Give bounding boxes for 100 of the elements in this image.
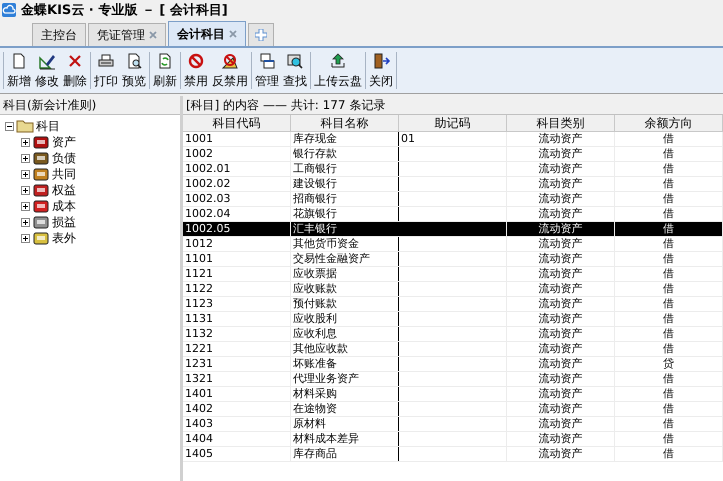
table-cell: 流动资产 [538, 177, 582, 190]
table-cell: 库存商品 [293, 447, 337, 460]
table-cell: 流动资产 [538, 327, 582, 340]
expander[interactable] [5, 122, 14, 130]
table-row[interactable]: 1221 其他应收款 流动资产 借 [183, 342, 722, 356]
table-cell: 1405 [185, 447, 213, 460]
table-cell: 借 [663, 162, 674, 175]
table-row[interactable]: 1123 预付账款 流动资产 借 [183, 296, 722, 312]
tree-item[interactable]: 成本 [5, 198, 180, 214]
toolbar-button[interactable]: 关闭 [367, 48, 395, 93]
table-cell: 流动资产 [538, 252, 582, 265]
column-header[interactable]: 助记码 [398, 115, 506, 132]
table-cell: 花旗银行 [293, 207, 337, 220]
tree-item[interactable]: 资产 [5, 134, 180, 150]
table-row[interactable]: 1231 坏账准备 流动资产 贷 [183, 356, 722, 372]
table-row[interactable]: 1002.05 汇丰银行 流动资产 借 [183, 222, 722, 236]
table-row[interactable]: 1001 库存现金 01 流动资产 借 [183, 132, 722, 146]
table-cell: 流动资产 [538, 192, 582, 205]
expander[interactable] [21, 186, 30, 194]
table-row[interactable]: 1403 原材料 流动资产 借 [183, 416, 722, 432]
table-row[interactable]: 1401 材料采购 流动资产 借 [183, 386, 722, 402]
table-cell: 流动资产 [538, 402, 582, 415]
tab[interactable]: 主控台 [32, 23, 86, 46]
table-cell: 1002.03 [185, 192, 230, 205]
table-cell: 流动资产 [538, 222, 582, 235]
table-row[interactable]: 1002.03 招商银行 流动资产 借 [183, 192, 722, 206]
table-cell: 流动资产 [538, 342, 582, 355]
expander[interactable] [21, 218, 30, 226]
table-cell: 流动资产 [538, 447, 582, 460]
expander[interactable] [21, 138, 30, 146]
table-cell: 1002.02 [185, 177, 230, 190]
table-cell: 在途物资 [293, 402, 337, 415]
table-cell: 1012 [185, 237, 213, 250]
toolbar-button[interactable]: 预览 [120, 48, 148, 93]
table-cell: 应收利息 [293, 327, 337, 340]
table-row[interactable]: 1002.01 工商银行 流动资产 借 [183, 162, 722, 176]
tree-item[interactable]: 表外 [5, 230, 180, 246]
expander[interactable] [21, 154, 30, 162]
table-cell: 银行存款 [293, 147, 337, 160]
tab[interactable]: 凭证管理 [88, 23, 166, 46]
new-tab-button[interactable] [248, 23, 274, 46]
table-cell: 材料采购 [293, 387, 337, 400]
toolbar-button[interactable]: 刷新 [151, 48, 179, 93]
tree-item[interactable]: 负债 [5, 150, 180, 166]
expander[interactable] [21, 170, 30, 178]
table-cell: 借 [663, 252, 674, 265]
table-cell: 借 [663, 192, 674, 205]
table-row[interactable]: 1402 在途物资 流动资产 借 [183, 402, 722, 416]
column-header[interactable]: 科目类别 [506, 115, 614, 132]
table-row[interactable]: 1132 应收利息 流动资产 借 [183, 326, 722, 342]
toolbar-button[interactable]: 新增 [5, 48, 33, 93]
table-cell: 工商银行 [293, 162, 337, 175]
toolbar-button[interactable]: 管理 [253, 48, 281, 93]
table-row[interactable]: 1002.02 建设银行 流动资产 借 [183, 176, 722, 192]
table-cell: 借 [663, 297, 674, 310]
table-row[interactable]: 1101 交易性金融资产 流动资产 借 [183, 252, 722, 266]
table-cell: 1121 [185, 267, 213, 280]
table-cell: 应收股利 [293, 312, 337, 325]
toolbar-button[interactable]: 打印 [92, 48, 120, 93]
column-header[interactable]: 余额方向 [614, 115, 722, 132]
column-header[interactable]: 科目名称 [290, 115, 398, 132]
table-cell: 借 [663, 372, 674, 385]
tree-item[interactable]: 科目 [5, 118, 180, 134]
table-row[interactable]: 1012 其他货币资金 流动资产 借 [183, 236, 722, 252]
table-row[interactable]: 1122 应收账款 流动资产 借 [183, 282, 722, 296]
expander[interactable] [21, 202, 30, 210]
table-cell: 借 [663, 177, 674, 190]
cloud-logo-icon [2, 3, 16, 17]
tab[interactable]: 会计科目 [168, 21, 246, 46]
table-cell: 流动资产 [538, 312, 582, 325]
toolbar-button[interactable]: 查找 [281, 48, 309, 93]
toolbar-button[interactable]: 删除 [61, 48, 89, 93]
column-header[interactable]: 科目代码 [183, 115, 290, 132]
table-cell: 应收账款 [293, 282, 337, 295]
tree-item[interactable]: 权益 [5, 182, 180, 198]
table-row[interactable]: 1404 材料成本差异 流动资产 借 [183, 432, 722, 446]
table-cell: 流动资产 [538, 297, 582, 310]
panel-header: [科目] 的内容 —— 共计: 177 条记录 [183, 96, 723, 115]
table-row[interactable]: 1131 应收股利 流动资产 借 [183, 312, 722, 326]
table-cell: 流动资产 [538, 267, 582, 280]
tree-item[interactable]: 损益 [5, 214, 180, 230]
table-cell: 库存现金 [293, 132, 337, 145]
table-cell: 流动资产 [538, 357, 582, 370]
toolbar-button[interactable]: 禁用 [182, 48, 210, 93]
expander[interactable] [21, 234, 30, 242]
table-cell: 流动资产 [538, 372, 582, 385]
table-row[interactable]: 1121 应收票据 流动资产 借 [183, 266, 722, 282]
table-cell: 建设银行 [293, 177, 337, 190]
table-cell: 汇丰银行 [293, 222, 337, 235]
table-row[interactable]: 1405 库存商品 流动资产 借 [183, 446, 722, 462]
toolbar-button[interactable]: 修改 [33, 48, 61, 93]
table-cell: 1402 [185, 402, 213, 415]
toolbar-button[interactable]: 反禁用 [210, 48, 250, 93]
tree-item[interactable]: 共同 [5, 166, 180, 182]
toolbar-button[interactable]: 上传云盘 [312, 48, 364, 93]
window-title: 金蝶KIS云 · 专业版 － [ 会计科目] [21, 2, 228, 19]
table-cell: 1001 [185, 132, 213, 145]
table-cell: 借 [663, 237, 674, 250]
table-row[interactable]: 1321 代理业务资产 流动资产 借 [183, 372, 722, 386]
table-row[interactable]: 1002 银行存款 流动资产 借 [183, 146, 722, 162]
